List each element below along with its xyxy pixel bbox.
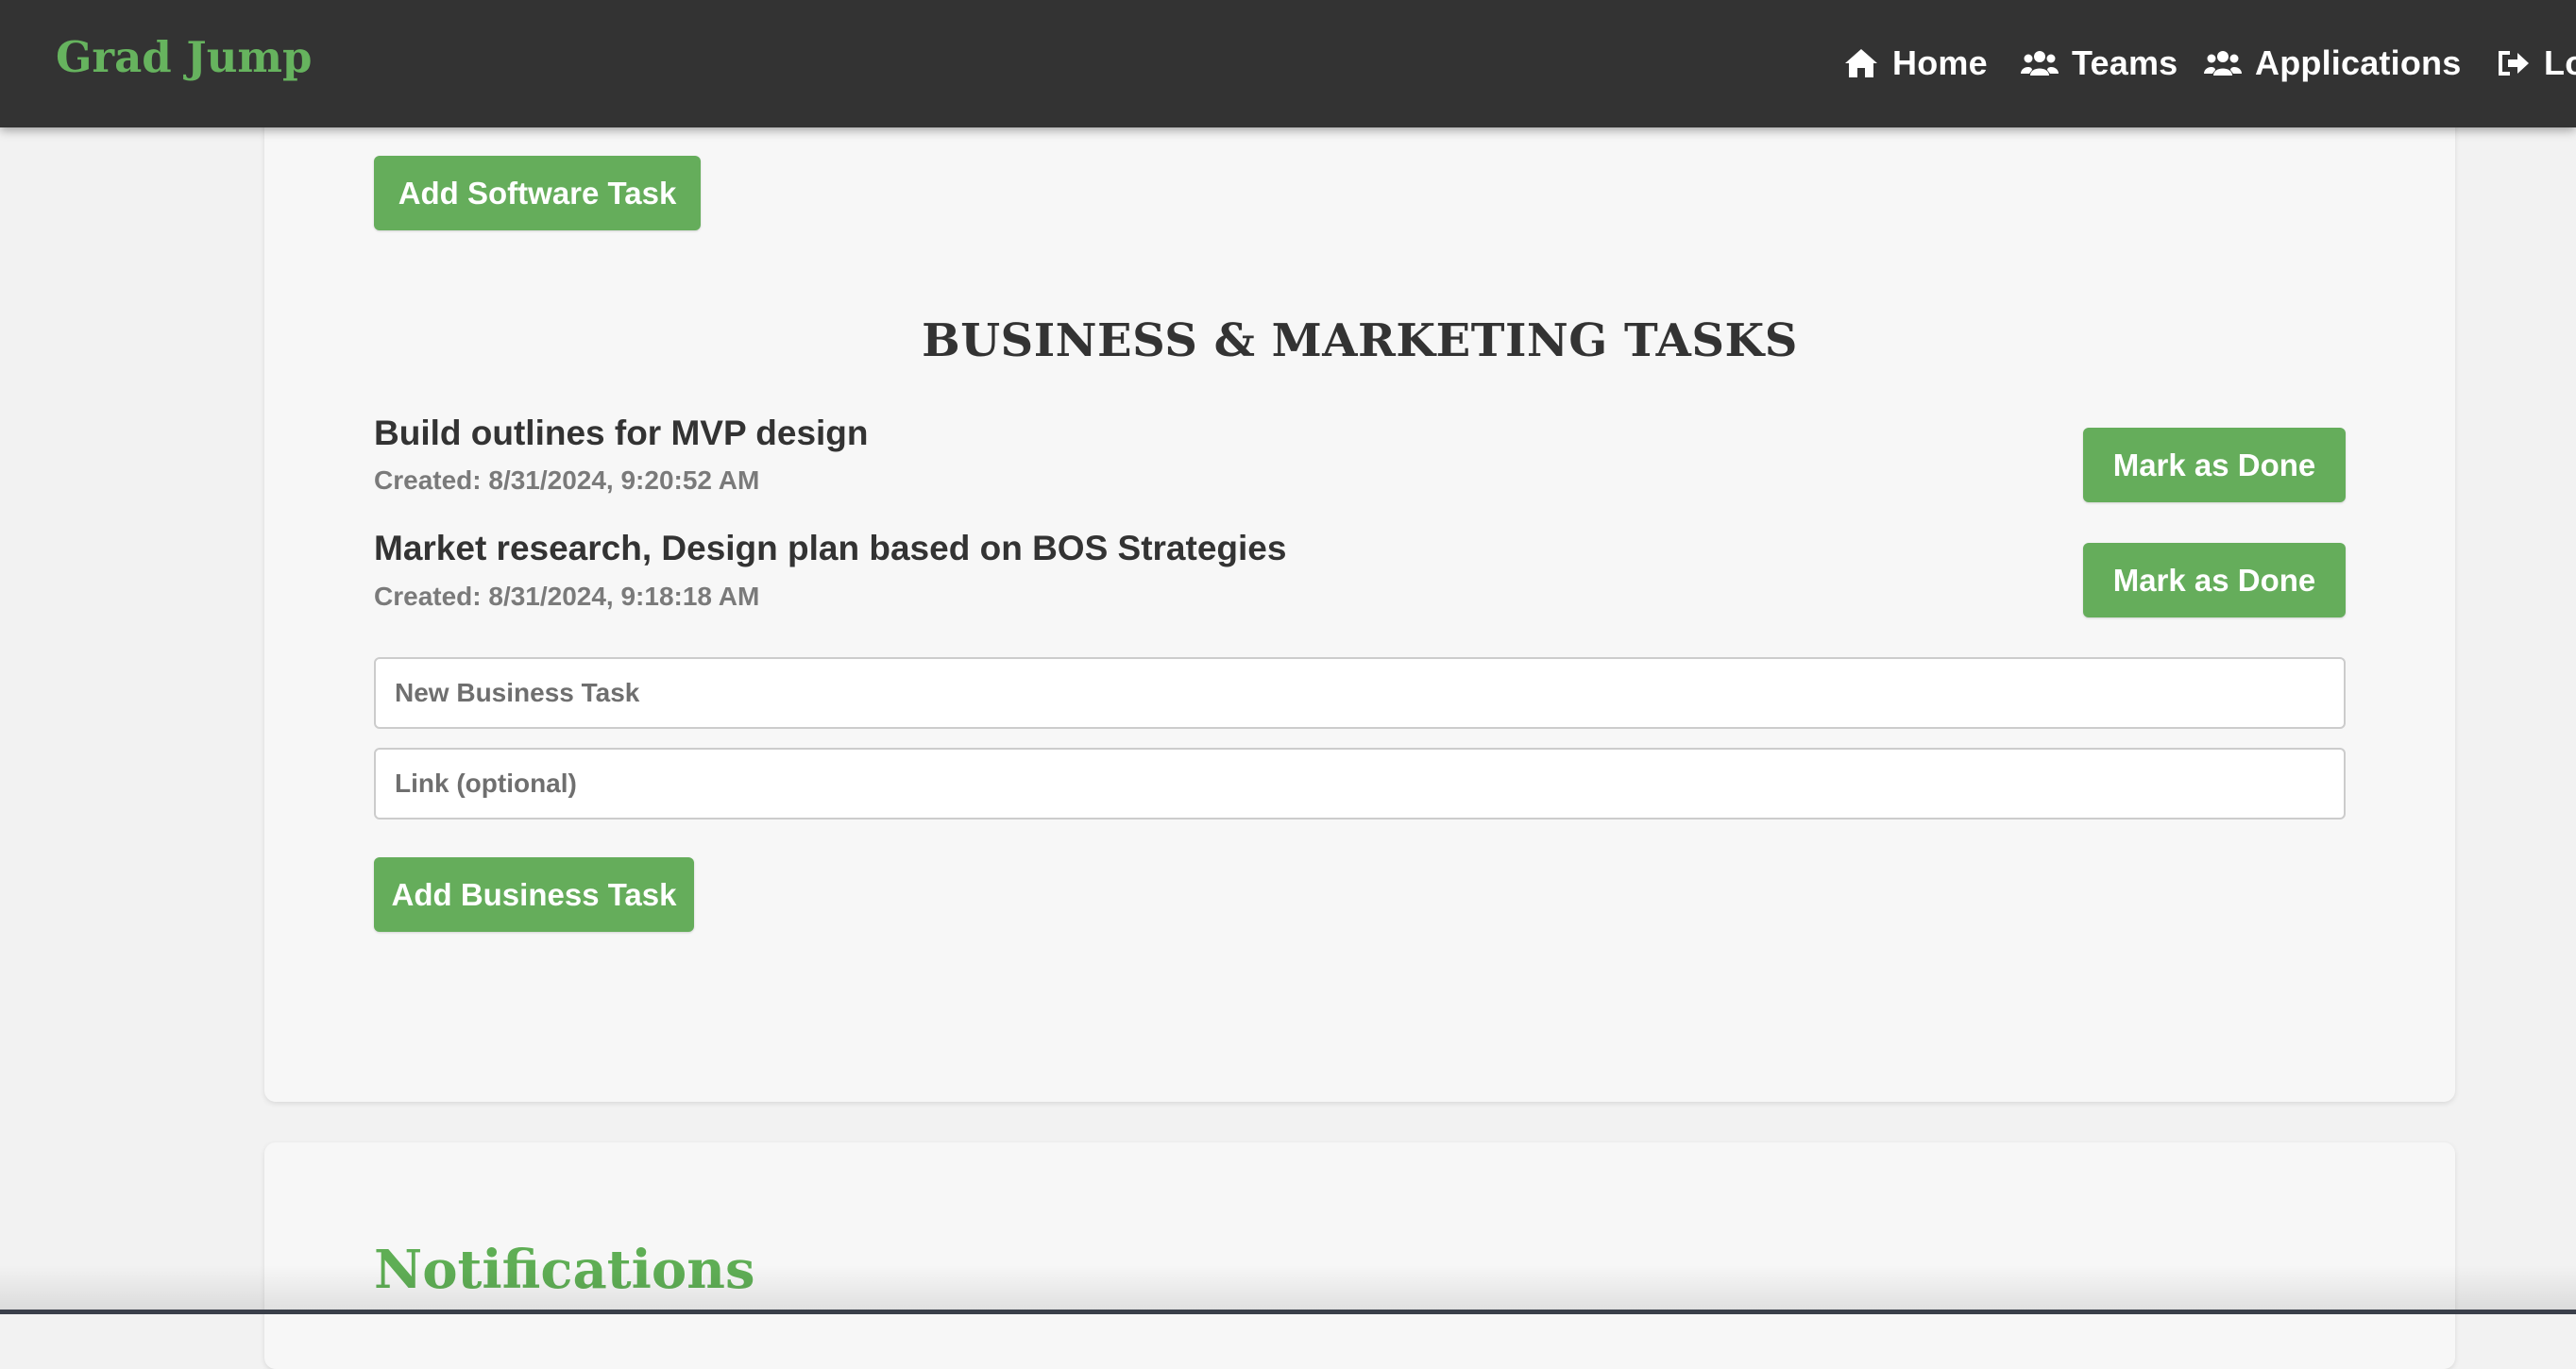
- nav-applications-label: Applications: [2255, 43, 2462, 82]
- home-icon: [1843, 47, 1879, 79]
- top-navbar: Grad Jump Home Teams Applications Lo: [0, 0, 2576, 127]
- link-optional-input[interactable]: [374, 748, 2346, 820]
- nav-applications[interactable]: Applications: [2204, 40, 2461, 87]
- business-task-title: Market research, Design plan based on BO…: [374, 529, 1287, 567]
- nav-logout-label: Lo: [2544, 43, 2576, 82]
- business-task-created: Created: 8/31/2024, 9:20:52 AM: [374, 465, 760, 495]
- nav-teams-label: Teams: [2072, 43, 2178, 82]
- users-icon: [2204, 49, 2242, 77]
- users-icon: [2021, 49, 2059, 77]
- notifications-card: Notifications: [264, 1142, 2455, 1369]
- nav-teams[interactable]: Teams: [2021, 40, 2178, 87]
- mark-as-done-button[interactable]: Mark as Done: [2083, 428, 2346, 502]
- tasks-card: Add Software Task BUSINESS & MARKETING T…: [264, 76, 2455, 1102]
- brand-logo[interactable]: Grad Jump: [56, 32, 313, 82]
- mark-as-done-button[interactable]: Mark as Done: [2083, 543, 2346, 617]
- nav-logout[interactable]: Lo: [2495, 40, 2576, 87]
- new-business-task-input[interactable]: [374, 657, 2346, 729]
- business-task-title: Build outlines for MVP design: [374, 414, 869, 452]
- nav-home-label: Home: [1892, 43, 1988, 82]
- business-task-created: Created: 8/31/2024, 9:18:18 AM: [374, 582, 760, 611]
- business-marketing-heading: BUSINESS & MARKETING TASKS: [922, 314, 1798, 367]
- sign-out-icon: [2495, 47, 2531, 79]
- notifications-heading: Notifications: [374, 1239, 755, 1301]
- add-business-task-button[interactable]: Add Business Task: [374, 857, 694, 932]
- nav-home[interactable]: Home: [1843, 40, 1988, 87]
- add-software-task-button[interactable]: Add Software Task: [374, 156, 701, 230]
